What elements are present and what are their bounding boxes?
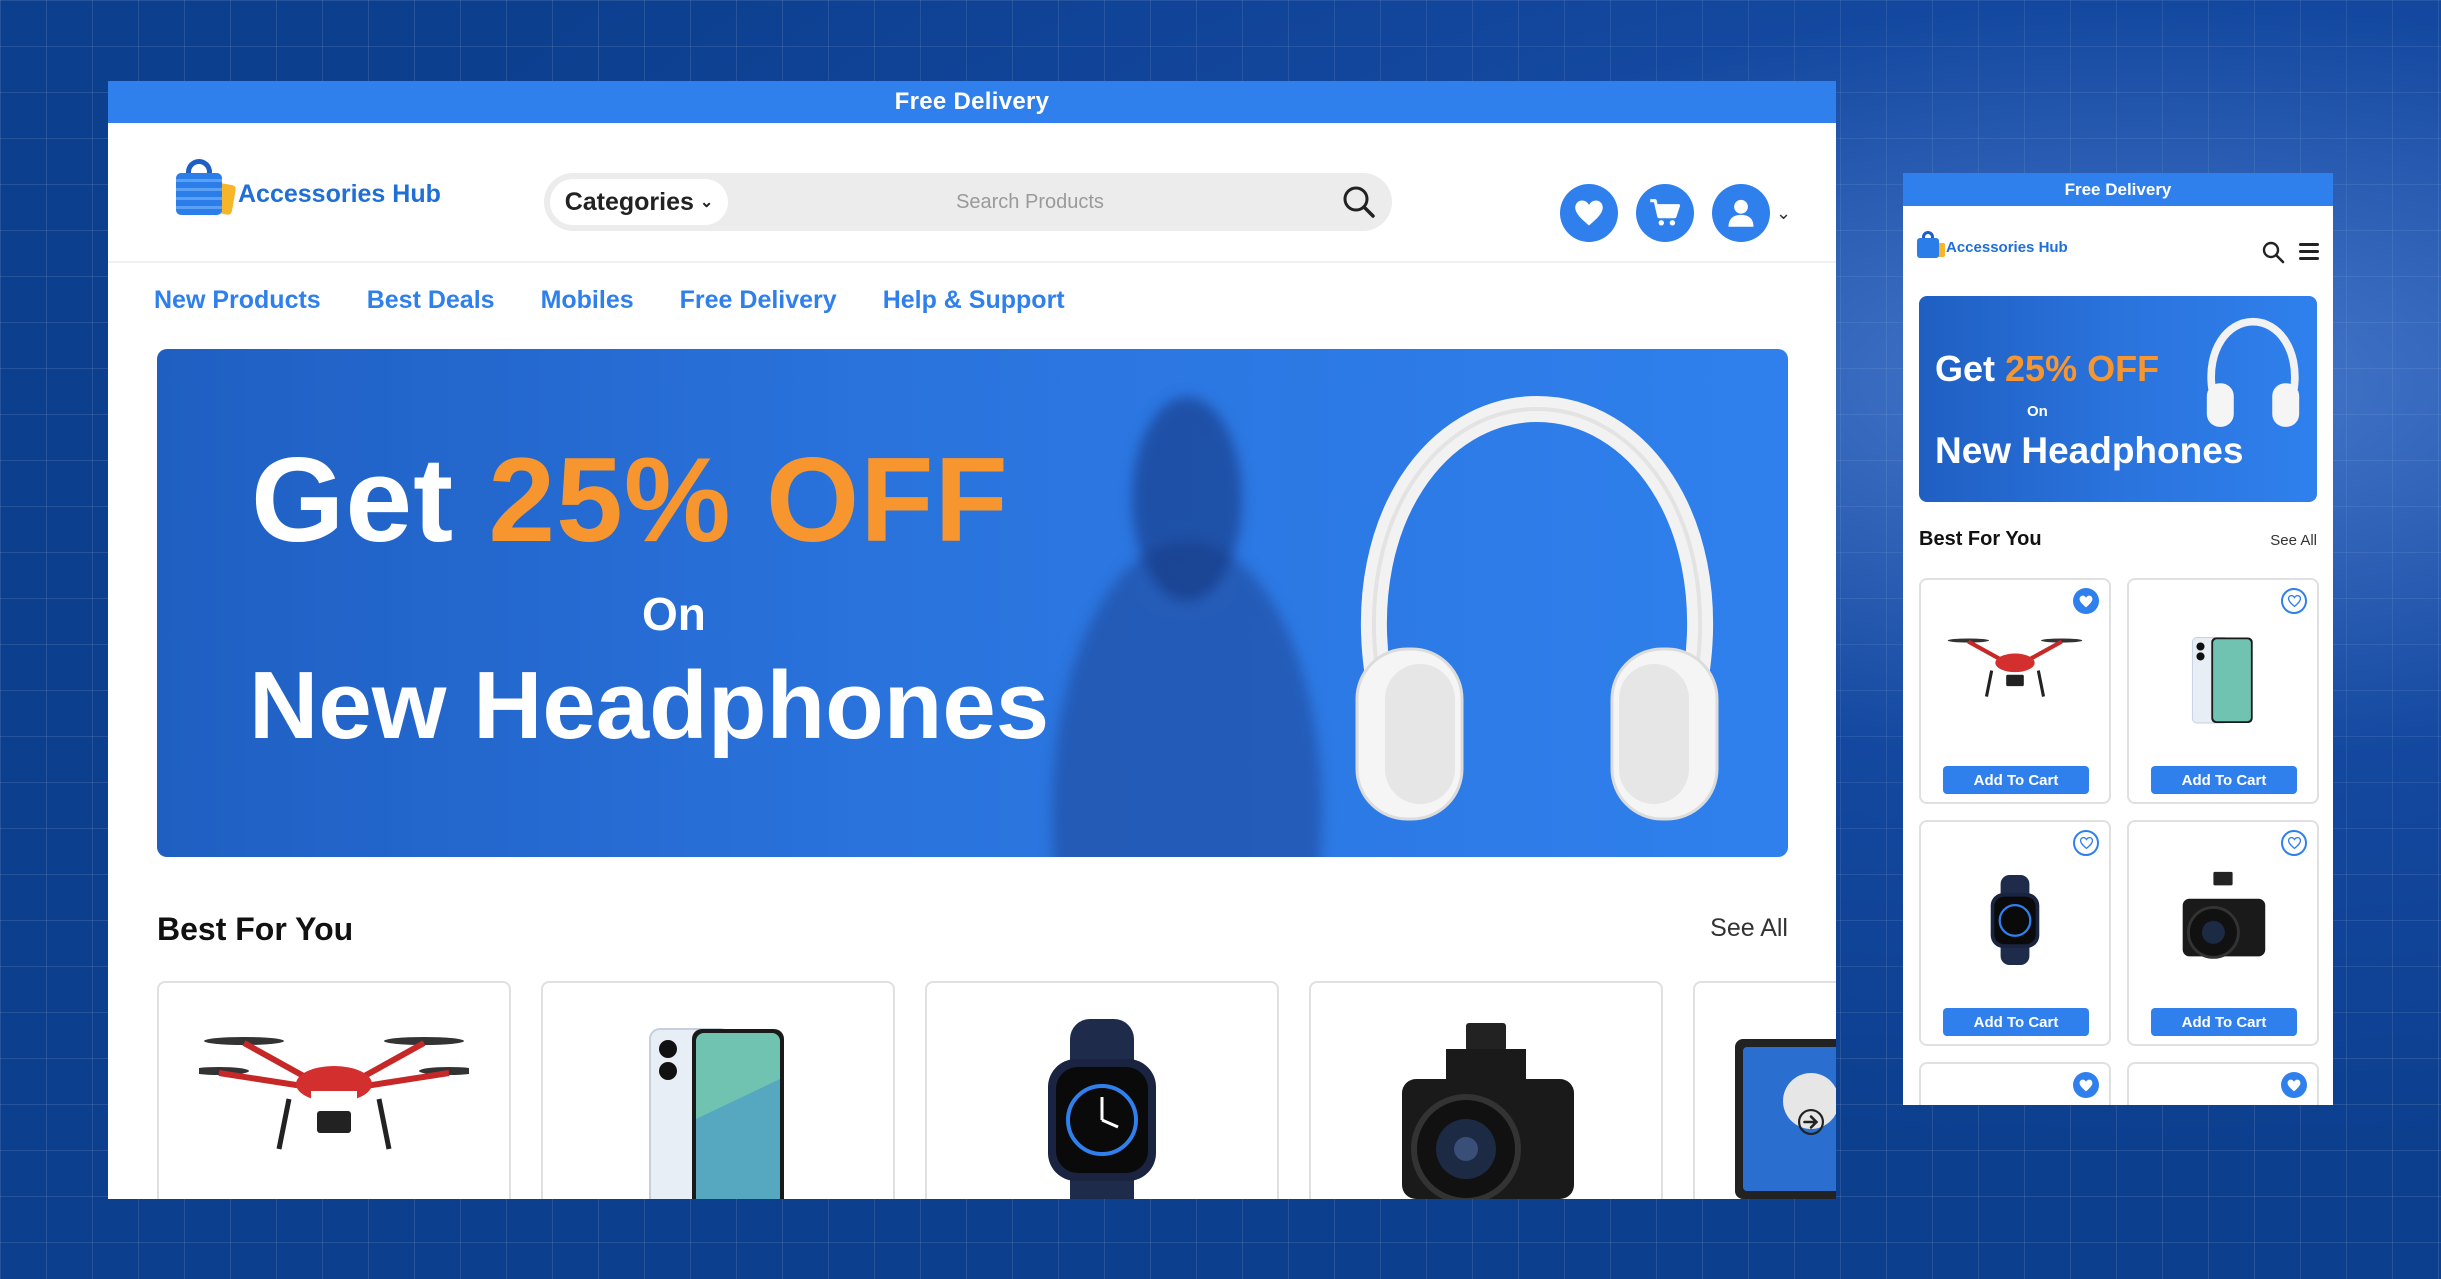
smartwatch-image bbox=[1990, 875, 2040, 965]
smartphone-image bbox=[2191, 637, 2253, 724]
product-card-smartphone[interactable]: Add To Cart bbox=[2127, 578, 2319, 804]
add-to-cart-button[interactable]: Add To Cart bbox=[2151, 1008, 2297, 1036]
hero-banner[interactable]: Get 25% OFF On New Headphones bbox=[1919, 296, 2317, 502]
product-card-camera[interactable]: Add To Cart bbox=[2127, 820, 2319, 1046]
site-header: Accessories Hub bbox=[1903, 206, 2333, 284]
camera-image bbox=[1402, 1023, 1574, 1199]
wishlist-heart-icon[interactable] bbox=[2281, 1072, 2307, 1098]
heart-icon bbox=[1575, 200, 1603, 226]
product-grid: Add To Cart Add To Cart Add To Cart Add … bbox=[1919, 578, 2319, 1105]
product-carousel bbox=[157, 981, 1836, 1199]
see-all-link[interactable]: See All bbox=[2270, 532, 2317, 549]
wishlist-heart-icon[interactable] bbox=[2073, 588, 2099, 614]
section-title: Best For You bbox=[1919, 528, 2042, 550]
site-header: Accessories Hub Categories ⌄ Search Prod… bbox=[108, 123, 1836, 263]
main-nav: New Products Best Deals Mobiles Free Del… bbox=[154, 286, 1065, 315]
chevron-down-icon[interactable]: ⌄ bbox=[1776, 203, 1791, 224]
drone-image bbox=[199, 1037, 469, 1150]
product-card-smartphone[interactable] bbox=[541, 981, 895, 1199]
wishlist-heart-icon[interactable] bbox=[2281, 830, 2307, 856]
mobile-preview: Free Delivery Accessories Hub Get 25% OF… bbox=[1903, 173, 2333, 1105]
hero-get: Get bbox=[251, 433, 455, 567]
see-all-link[interactable]: See All bbox=[1710, 914, 1788, 943]
account-menu[interactable]: ⌄ bbox=[1712, 184, 1791, 242]
promo-banner: Free Delivery bbox=[108, 81, 1836, 123]
nav-best-deals[interactable]: Best Deals bbox=[367, 286, 495, 315]
hero-on: On bbox=[2027, 403, 2048, 420]
product-card[interactable] bbox=[2127, 1062, 2319, 1105]
profile-button[interactable] bbox=[1712, 184, 1770, 242]
headphones-image bbox=[1355, 395, 1719, 821]
hero-discount: 25% OFF bbox=[2005, 348, 2160, 389]
section-title: Best For You bbox=[157, 911, 354, 947]
hero-headline: Get 25% OFF bbox=[251, 431, 1009, 569]
search-icon[interactable] bbox=[1340, 183, 1378, 221]
drone-image bbox=[1947, 638, 2083, 697]
search-bar: Categories ⌄ bbox=[544, 173, 1392, 231]
hero-headline: Get 25% OFF bbox=[1935, 348, 2159, 390]
search-input[interactable] bbox=[728, 190, 1392, 214]
camera-image bbox=[2182, 871, 2266, 959]
site-logo[interactable]: Accessories Hub bbox=[174, 157, 441, 217]
cart-icon bbox=[1650, 199, 1681, 226]
hero-discount: 25% OFF bbox=[488, 433, 1009, 567]
carousel-next-button[interactable] bbox=[1783, 1073, 1836, 1135]
product-card-laptop[interactable] bbox=[1693, 981, 1836, 1199]
product-card[interactable] bbox=[1919, 1062, 2111, 1105]
hero-on: On bbox=[642, 588, 706, 640]
logo-text: Accessories Hub bbox=[1946, 239, 2068, 256]
hamburger-menu-icon[interactable] bbox=[2299, 243, 2319, 264]
hero-get: Get bbox=[1935, 348, 1996, 389]
site-logo[interactable]: Accessories Hub bbox=[1917, 230, 2068, 258]
user-icon bbox=[1728, 199, 1754, 227]
categories-dropdown[interactable]: Categories ⌄ bbox=[550, 179, 728, 225]
nav-mobiles[interactable]: Mobiles bbox=[541, 286, 634, 315]
hero-product: New Headphones bbox=[249, 652, 1050, 759]
shopping-bag-icon bbox=[174, 157, 237, 217]
desktop-preview: Free Delivery Accessories Hub Categories… bbox=[108, 81, 1836, 1199]
wishlist-heart-icon[interactable] bbox=[2073, 1072, 2099, 1098]
smartphone-image bbox=[649, 1028, 784, 1199]
model-silhouette bbox=[977, 389, 1397, 857]
nav-help-support[interactable]: Help & Support bbox=[883, 286, 1065, 315]
hero-banner[interactable]: Get 25% OFF On New Headphones bbox=[157, 349, 1788, 857]
add-to-cart-button[interactable]: Add To Cart bbox=[1943, 766, 2089, 794]
search-icon[interactable] bbox=[2261, 240, 2285, 264]
nav-new-products[interactable]: New Products bbox=[154, 286, 321, 315]
wishlist-heart-icon[interactable] bbox=[2281, 588, 2307, 614]
smartwatch-image bbox=[1048, 1019, 1156, 1199]
hero-product: New Headphones bbox=[1935, 430, 2244, 471]
nav-free-delivery[interactable]: Free Delivery bbox=[680, 286, 837, 315]
wishlist-button[interactable] bbox=[1560, 184, 1618, 242]
headphones-image bbox=[2206, 317, 2300, 427]
cart-button[interactable] bbox=[1636, 184, 1694, 242]
add-to-cart-button[interactable]: Add To Cart bbox=[2151, 766, 2297, 794]
product-card-drone[interactable] bbox=[157, 981, 511, 1199]
product-card-smartwatch[interactable] bbox=[925, 981, 1279, 1199]
chevron-down-icon: ⌄ bbox=[699, 194, 714, 211]
add-to-cart-button[interactable]: Add To Cart bbox=[1943, 1008, 2089, 1036]
arrow-right-icon bbox=[1798, 1109, 1824, 1135]
categories-label: Categories bbox=[564, 187, 694, 216]
promo-banner: Free Delivery bbox=[1903, 173, 2333, 206]
product-card-drone[interactable]: Add To Cart bbox=[1919, 578, 2111, 804]
product-card-smartwatch[interactable]: Add To Cart bbox=[1919, 820, 2111, 1046]
logo-text: Accessories Hub bbox=[238, 180, 441, 208]
wishlist-heart-icon[interactable] bbox=[2073, 830, 2099, 856]
product-card-camera[interactable] bbox=[1309, 981, 1663, 1199]
shopping-bag-icon bbox=[1917, 230, 1945, 258]
